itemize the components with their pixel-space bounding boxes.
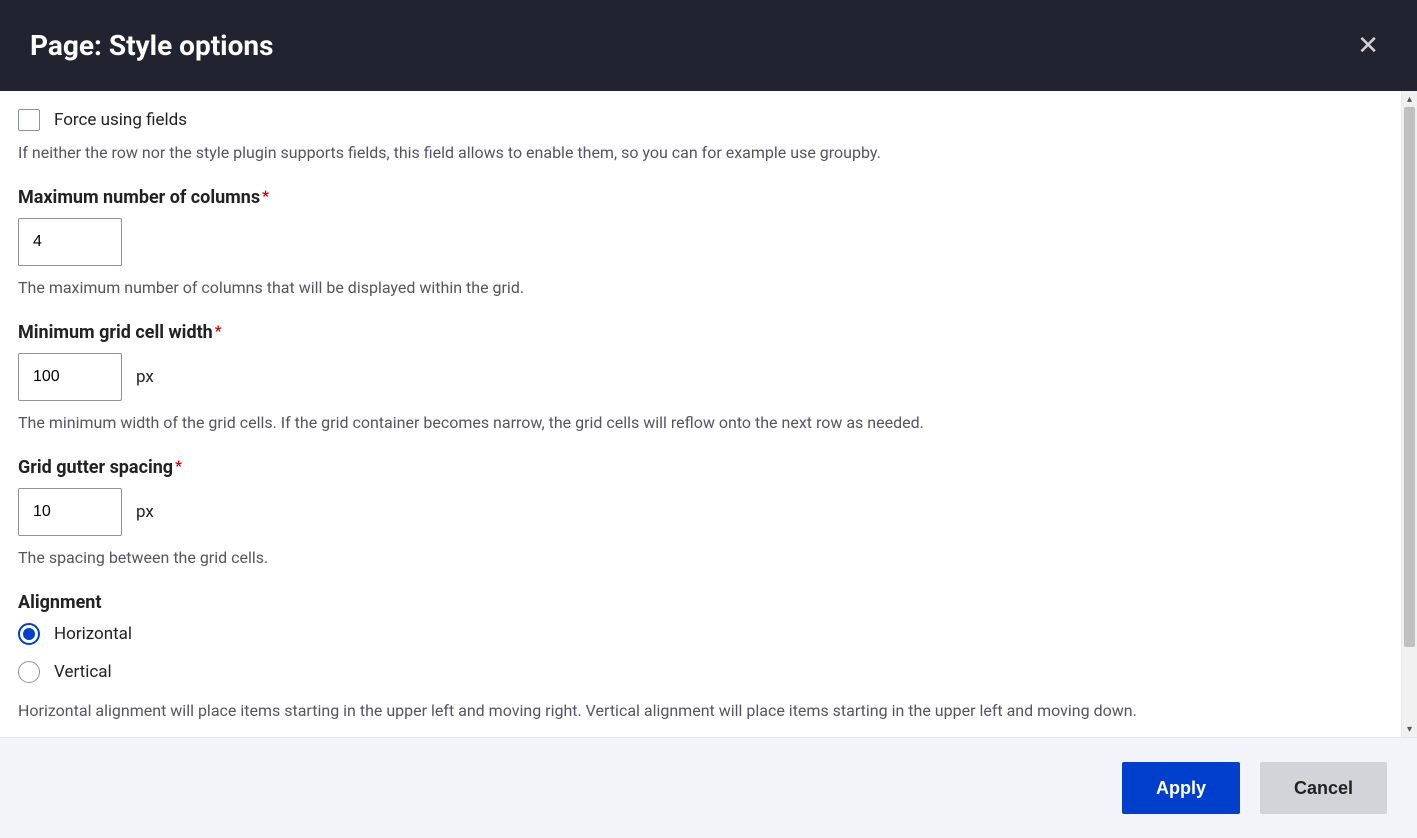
max-columns-input[interactable] (18, 218, 122, 266)
alignment-description: Horizontal alignment will place items st… (18, 699, 1383, 723)
force-fields-checkbox[interactable] (18, 109, 40, 131)
scroll-thumb-area[interactable] (1402, 107, 1417, 721)
min-width-label: Minimum grid cell width* (18, 322, 1383, 343)
max-columns-description: The maximum number of columns that will … (18, 276, 1383, 300)
max-columns-label-text: Maximum number of columns (18, 187, 260, 208)
required-indicator: * (262, 187, 269, 205)
scroll-thumb[interactable] (1404, 107, 1415, 647)
min-width-input[interactable] (18, 353, 122, 401)
modal-title: Page: Style options (30, 29, 273, 62)
alignment-label: Alignment (18, 592, 1383, 613)
alignment-horizontal-row[interactable]: Horizontal (18, 623, 1383, 645)
min-width-label-text: Minimum grid cell width (18, 322, 213, 343)
radio-selected-icon (23, 628, 35, 640)
max-columns-item: Maximum number of columns* The maximum n… (18, 187, 1383, 300)
scroll-up-arrow-icon[interactable]: ▴ (1402, 91, 1417, 107)
close-button[interactable]: ✕ (1349, 26, 1387, 65)
gutter-input[interactable] (18, 488, 122, 536)
min-width-unit: px (136, 367, 154, 387)
modal-body-wrapper: Force using fields If neither the row no… (0, 91, 1417, 737)
alignment-vertical-label: Vertical (54, 662, 112, 682)
force-fields-description: If neither the row nor the style plugin … (18, 141, 1383, 165)
required-indicator: * (175, 457, 182, 475)
force-fields-label: Force using fields (54, 110, 187, 130)
gutter-label-text: Grid gutter spacing (18, 457, 173, 478)
modal-body: Force using fields If neither the row no… (0, 91, 1401, 737)
min-width-description: The minimum width of the grid cells. If … (18, 411, 1383, 435)
min-width-item: Minimum grid cell width* px The minimum … (18, 322, 1383, 435)
close-icon: ✕ (1357, 30, 1379, 60)
gutter-label: Grid gutter spacing* (18, 457, 1383, 478)
gutter-unit: px (136, 502, 154, 522)
force-fields-checkbox-row[interactable]: Force using fields (18, 109, 1383, 131)
alignment-horizontal-label: Horizontal (54, 624, 132, 644)
alignment-item: Alignment Horizontal Vertical Horizontal… (18, 592, 1383, 723)
gutter-description: The spacing between the grid cells. (18, 546, 1383, 570)
modal-header: Page: Style options ✕ (0, 0, 1417, 91)
gutter-item: Grid gutter spacing* px The spacing betw… (18, 457, 1383, 570)
max-columns-label: Maximum number of columns* (18, 187, 1383, 208)
scrollbar[interactable]: ▴ ▾ (1401, 91, 1417, 737)
required-indicator: * (215, 322, 222, 340)
scroll-down-arrow-icon[interactable]: ▾ (1402, 721, 1417, 737)
alignment-vertical-row[interactable]: Vertical (18, 661, 1383, 683)
alignment-vertical-radio[interactable] (18, 661, 40, 683)
force-fields-item: Force using fields If neither the row no… (18, 109, 1383, 165)
cancel-button[interactable]: Cancel (1260, 762, 1387, 814)
modal-footer: Apply Cancel (0, 737, 1417, 838)
alignment-horizontal-radio[interactable] (18, 623, 40, 645)
apply-button[interactable]: Apply (1122, 762, 1240, 814)
